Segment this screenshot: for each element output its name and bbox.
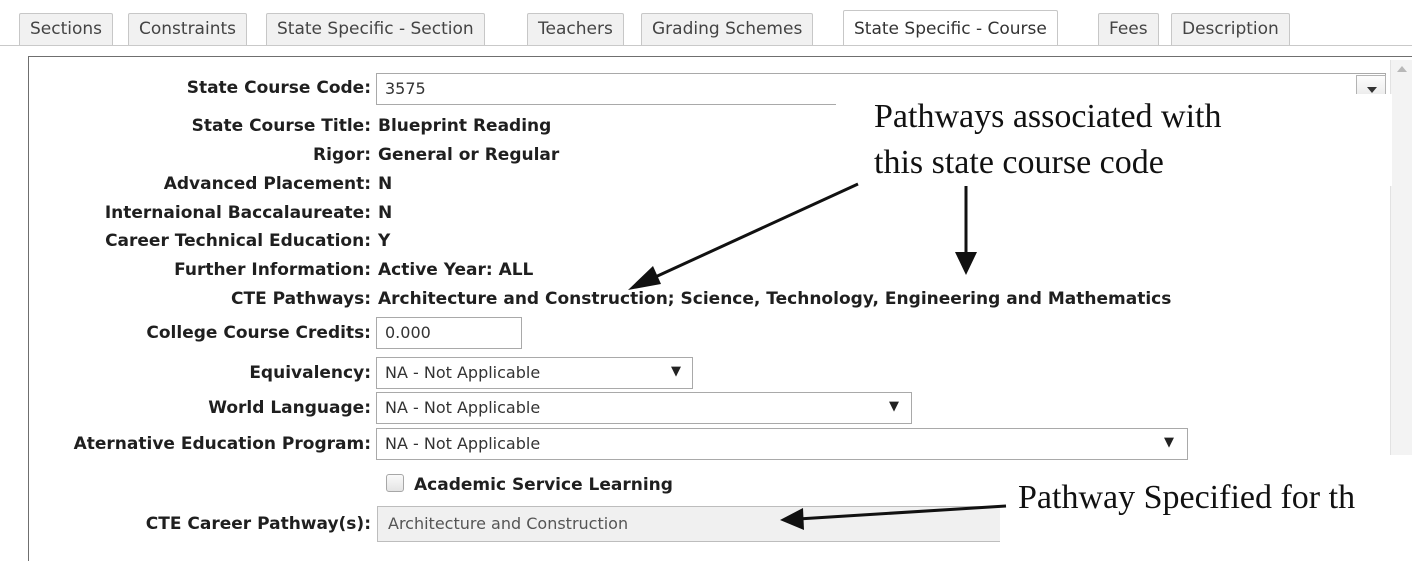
arrow-to-cte-pathways	[639, 182, 859, 286]
arrowhead-icon	[628, 266, 661, 290]
annotation-arrows	[628, 182, 1007, 530]
arrowhead-icon	[780, 508, 804, 530]
arrowhead-icon	[955, 252, 977, 275]
arrow-to-pathway-field	[797, 504, 1007, 521]
